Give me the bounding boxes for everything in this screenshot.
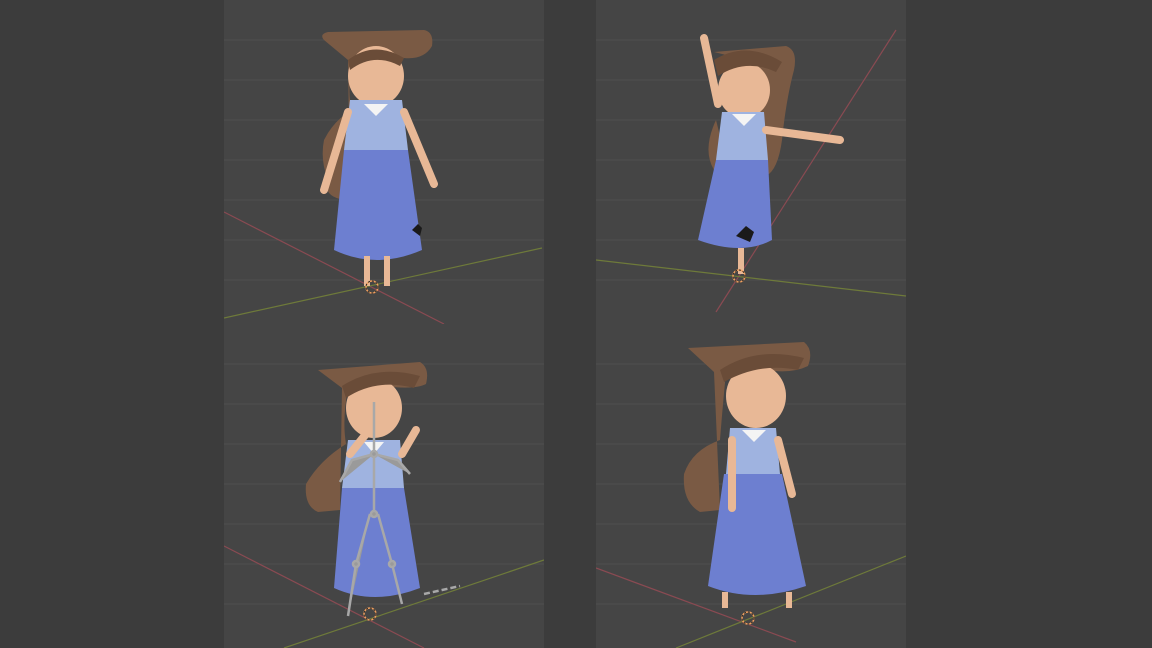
viewport-dance-pose[interactable] bbox=[596, 0, 906, 324]
blender-viewport-collage bbox=[0, 0, 1152, 648]
viewport-armature-view[interactable] bbox=[224, 324, 544, 648]
character-model bbox=[320, 30, 438, 286]
character-model bbox=[698, 34, 844, 274]
character-model bbox=[305, 362, 428, 597]
center-divider bbox=[544, 0, 596, 648]
character-model bbox=[683, 342, 811, 608]
right-margin bbox=[906, 0, 1152, 648]
y-axis-line bbox=[596, 259, 906, 297]
viewport-three-quarter[interactable] bbox=[596, 324, 906, 648]
left-margin bbox=[0, 0, 224, 648]
viewport-front-rest[interactable] bbox=[224, 0, 544, 324]
origin-cursor-icon bbox=[363, 607, 377, 621]
